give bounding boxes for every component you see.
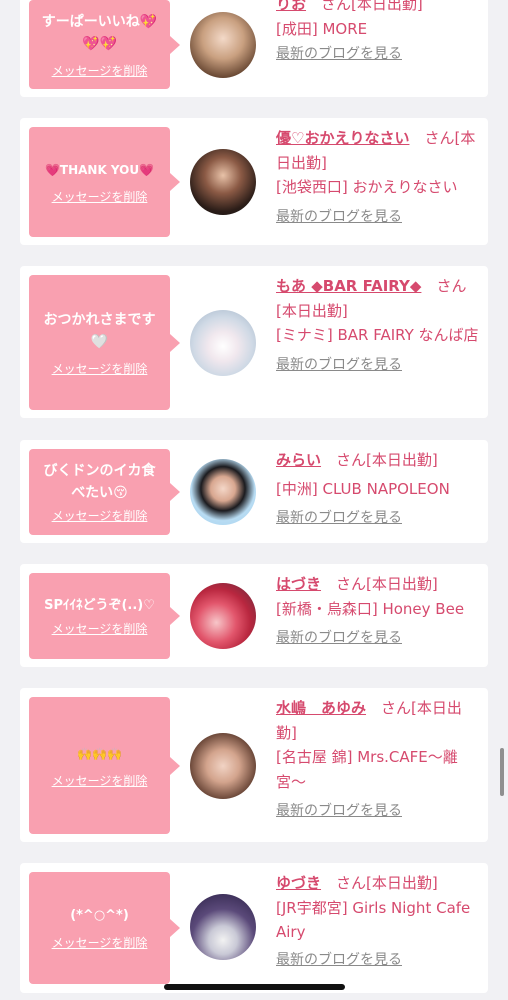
cast-shop: [ミナミ] BAR FAIRY なんば店 [276,326,479,344]
avatar[interactable] [190,894,256,960]
home-indicator[interactable] [164,984,345,990]
delete-message-link[interactable]: メッセージを削除 [52,63,148,79]
cast-name-link[interactable]: りお [276,0,306,13]
cast-shop: [中洲] CLUB NAPOLEON [276,479,450,498]
message-bubble: すーぱーいいね💖💖💖 メッセージを削除 [29,0,180,89]
message-card: SPｲｲﾈどうぞ(..)♡ メッセージを削除 はづき さん[本日出勤] [新橋・… [20,564,488,667]
cast-info: 水嶋 あゆみ さん[本日出勤] [名古屋 錦] Mrs.CAFE〜離宮〜 最新の… [276,696,482,823]
message-text: SPｲｲﾈどうぞ(..)♡ [44,598,155,613]
latest-blog-link[interactable]: 最新のブログを見る [276,800,402,822]
delete-message-link[interactable]: メッセージを削除 [52,508,148,524]
cast-name-link[interactable]: 優♡おかえりなさい [276,129,409,147]
avatar[interactable] [190,12,256,78]
cast-status: さん[本日出勤] [336,451,438,469]
message-text: おつかれさまです🤍 [43,311,156,350]
message-text: すーぱーいいね💖💖💖 [41,13,158,52]
delete-message-link[interactable]: メッセージを削除 [52,189,148,205]
latest-blog-link[interactable]: 最新のブログを見る [276,43,402,65]
message-text: びくドンのイカ食べたい😚 [43,463,156,501]
latest-blog-link[interactable]: 最新のブログを見る [276,206,402,228]
message-card: すーぱーいいね💖💖💖 メッセージを削除 りお さん[本日出勤] [成田] MOR… [20,0,488,97]
avatar[interactable] [190,459,256,525]
message-text: (*^○^*) [70,908,129,923]
delete-message-link[interactable]: メッセージを削除 [52,621,148,637]
latest-blog-link[interactable]: 最新のブログを見る [276,949,402,971]
cast-status: さん[本日出勤] [321,0,423,13]
message-bubble: (*^○^*) メッセージを削除 [29,872,180,984]
message-bubble: 🙌🙌🙌 メッセージを削除 [29,697,180,834]
message-text: 💗THANK YOU💗 [44,163,155,177]
cast-name-link[interactable]: 水嶋 あゆみ [276,699,366,717]
cast-info: もあ ◆BAR FAIRY◆ さん[本日出勤] [ミナミ] BAR FAIRY … [276,274,482,376]
message-bubble: びくドンのイカ食べたい😚 メッセージを削除 [29,449,180,535]
delete-message-link[interactable]: メッセージを削除 [52,773,148,789]
message-bubble: おつかれさまです🤍 メッセージを削除 [29,275,180,410]
cast-name-link[interactable]: ゆづき [276,874,321,892]
cast-shop: [池袋西口] おかえりなさい [276,178,458,196]
cast-name-link[interactable]: はづき [276,575,321,593]
delete-message-link[interactable]: メッセージを削除 [52,935,148,951]
message-card: (*^○^*) メッセージを削除 ゆづき さん[本日出勤] [JR宇都宮] Gi… [20,863,488,993]
scrollbar[interactable] [500,748,504,796]
cast-shop: [新橋・烏森口] Honey Bee [276,599,465,618]
cast-name-link[interactable]: もあ ◆BAR FAIRY◆ [276,277,421,295]
cast-name-link[interactable]: みらい [276,451,321,469]
cast-info: みらい さん[本日出勤] [中洲] CLUB NAPOLEON 最新のブログを見… [276,448,482,530]
message-text: 🙌🙌🙌 [77,746,122,761]
message-bubble: SPｲｲﾈどうぞ(..)♡ メッセージを削除 [29,573,180,659]
cast-shop: [名古屋 錦] Mrs.CAFE〜離宮〜 [276,748,458,791]
latest-blog-link[interactable]: 最新のブログを見る [276,354,402,376]
message-card: おつかれさまです🤍 メッセージを削除 もあ ◆BAR FAIRY◆ さん[本日出… [20,266,488,418]
latest-blog-link[interactable]: 最新のブログを見る [276,507,402,529]
cast-shop: [JR宇都宮] Girls Night Cafe Airy [276,898,471,942]
message-card: びくドンのイカ食べたい😚 メッセージを削除 みらい さん[本日出勤] [中洲] … [20,440,488,543]
message-card: 🙌🙌🙌 メッセージを削除 水嶋 あゆみ さん[本日出勤] [名古屋 錦] Mrs… [20,688,488,842]
avatar[interactable] [190,733,256,799]
cast-status: さん[本日出勤] [336,874,438,892]
avatar[interactable] [190,310,256,376]
cast-info: 優♡おかえりなさい さん[本日出勤] [池袋西口] おかえりなさい 最新のブログ… [276,126,482,228]
cast-info: ゆづき さん[本日出勤] [JR宇都宮] Girls Night Cafe Ai… [276,871,482,971]
cast-shop: [成田] MORE [276,19,368,38]
avatar[interactable] [190,583,256,649]
cast-info: はづき さん[本日出勤] [新橋・烏森口] Honey Bee 最新のブログを見… [276,572,482,650]
message-bubble: 💗THANK YOU💗 メッセージを削除 [29,127,180,237]
avatar[interactable] [190,149,256,215]
latest-blog-link[interactable]: 最新のブログを見る [276,627,402,649]
message-card: 💗THANK YOU💗 メッセージを削除 優♡おかえりなさい さん[本日出勤] … [20,118,488,245]
cast-info: りお さん[本日出勤] [成田] MORE 最新のブログを見る [276,0,482,66]
cast-status: さん[本日出勤] [336,575,438,593]
delete-message-link[interactable]: メッセージを削除 [52,361,148,377]
